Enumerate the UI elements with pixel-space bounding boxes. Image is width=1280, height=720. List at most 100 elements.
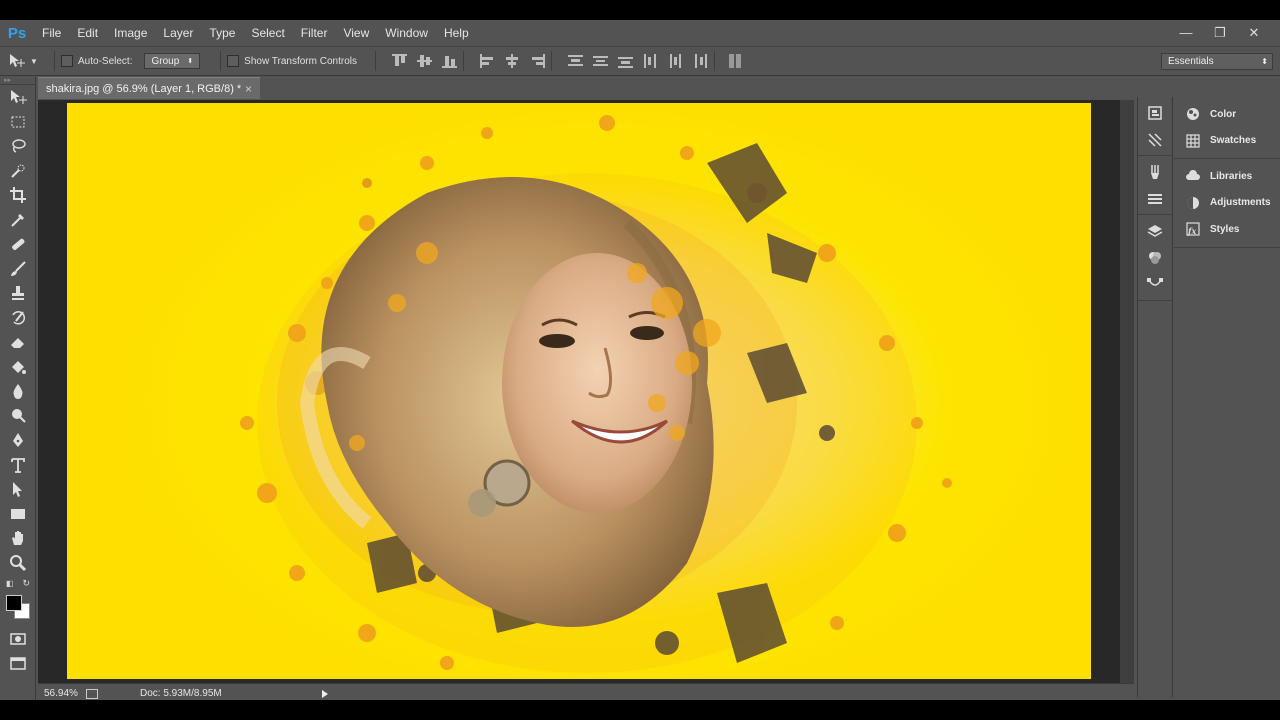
menu-bar: Ps File Edit Image Layer Type Select Fil… [0,20,1280,46]
document-tab[interactable]: shakira.jpg @ 56.9% (Layer 1, RGB/8) * × [38,77,260,99]
healing-brush-tool-icon[interactable] [0,232,36,257]
quick-selection-tool-icon[interactable] [0,159,36,184]
menu-type[interactable]: Type [201,26,243,40]
menu-file[interactable]: File [34,26,69,40]
divider [374,51,376,71]
quick-mask-icon[interactable] [0,627,36,652]
menu-window[interactable]: Window [377,26,436,40]
clone-stamp-tool-icon[interactable] [0,281,36,306]
show-transform-label: Show Transform Controls [244,55,357,67]
lasso-tool-icon[interactable] [0,134,36,159]
align-vcenter-icon[interactable] [416,54,432,68]
close-tab-icon[interactable]: × [245,82,252,96]
align-hcenter-icon[interactable] [505,54,520,68]
layers-panel-icon[interactable] [1138,217,1172,244]
distribute-top-icon[interactable] [567,54,583,68]
align-top-icon[interactable] [391,54,407,68]
auto-align-layers-icon[interactable] [728,54,744,68]
workspace-switcher[interactable]: Essentials ⬍ [1161,53,1273,70]
align-horizontal-group [479,54,545,68]
auto-select-checkbox[interactable] [61,55,73,67]
align-bottom-icon[interactable] [441,54,457,68]
distribute-right-icon[interactable] [693,54,708,68]
align-right-icon[interactable] [530,54,545,68]
rectangle-tool-icon[interactable] [0,502,36,527]
channels-panel-icon[interactable] [1138,244,1172,271]
brush-tool-icon[interactable] [0,257,36,282]
adjustments-circle-icon [1184,194,1202,212]
swatches-panel-tab[interactable]: Swatches [1174,128,1280,155]
foreground-color-swatch[interactable] [6,595,22,611]
eraser-tool-icon[interactable] [0,330,36,355]
menu-select[interactable]: Select [243,26,292,40]
distribute-vcenter-icon[interactable] [592,54,608,68]
tool-preset-picker[interactable]: ▼ [8,50,48,72]
canvas-image[interactable] [67,103,1091,679]
brush-presets-panel-icon[interactable] [1138,185,1172,212]
dispersion-portrait-art [240,115,952,673]
updown-arrow-icon: ⬍ [187,57,194,65]
brush-panel-icon[interactable] [1138,158,1172,185]
move-tool-icon[interactable] [0,85,36,110]
crop-tool-icon[interactable] [0,183,36,208]
menu-view[interactable]: View [335,26,377,40]
auto-select-dropdown[interactable]: Group ⬍ [144,53,201,69]
document-canvas-area [38,100,1134,683]
align-left-icon[interactable] [479,54,495,68]
distribute-left-icon[interactable] [643,54,658,68]
auto-select-value: Group [151,55,180,67]
screen-top-border [0,0,1280,20]
options-bar: ▼ Auto-Select: Group ⬍ Show Transform Co… [0,46,1280,76]
panel-dock-icons [1137,97,1173,697]
ps-logo: Ps [7,24,27,42]
restore-button[interactable]: ❐ [1212,25,1228,41]
adjustments-panel-tab[interactable]: Adjustments [1174,190,1280,217]
screen-mode-icon[interactable] [0,652,36,677]
screen-bottom-border [0,700,1280,720]
export-icon[interactable] [86,688,98,699]
distribute-hcenter-icon[interactable] [668,54,683,68]
menu-filter[interactable]: Filter [293,26,336,40]
divider [713,51,715,71]
hand-tool-icon[interactable] [0,526,36,551]
properties-panel-icon[interactable] [1138,126,1172,153]
default-colors-icon[interactable]: ◧ ↻ [0,575,36,591]
menu-help[interactable]: Help [436,26,477,40]
pen-tool-icon[interactable] [0,428,36,453]
history-panel-icon[interactable] [1138,99,1172,126]
color-swatches[interactable] [0,591,35,627]
paths-panel-icon[interactable] [1138,271,1172,298]
vertical-scrollbar[interactable] [1120,100,1134,683]
path-selection-tool-icon[interactable] [0,477,36,502]
eyedropper-tool-icon[interactable] [0,208,36,233]
styles-panel-tab[interactable]: fx Styles [1174,216,1280,243]
paint-bucket-tool-icon[interactable] [0,355,36,380]
align-group [391,54,457,68]
auto-select-label: Auto-Select: [78,55,133,67]
window-controls: — ❐ ✕ [1178,20,1262,46]
zoom-level[interactable]: 56.94% [38,688,84,699]
move-tool-icon [10,54,25,67]
type-tool-icon[interactable] [0,453,36,478]
divider [550,51,552,71]
color-panel-tab[interactable]: Color [1174,101,1280,128]
divider [462,51,464,71]
minimize-button[interactable]: — [1178,25,1194,41]
menu-edit[interactable]: Edit [69,26,106,40]
doc-size: Doc: 5.93M/8.95M [140,688,222,699]
libraries-panel-tab[interactable]: Libraries [1174,163,1280,190]
swatches-panel-label: Swatches [1210,135,1257,147]
color-wheel-icon [1184,105,1202,123]
zoom-tool-icon[interactable] [0,551,36,576]
dodge-tool-icon[interactable] [0,404,36,429]
show-transform-checkbox[interactable] [227,55,240,67]
panel-grip[interactable]: ▸▸ [0,77,35,85]
menu-layer[interactable]: Layer [155,26,201,40]
distribute-bottom-icon[interactable] [617,54,633,68]
close-button[interactable]: ✕ [1246,25,1262,41]
blur-tool-icon[interactable] [0,379,36,404]
history-brush-tool-icon[interactable] [0,306,36,331]
marquee-tool-icon[interactable] [0,110,36,135]
menu-image[interactable]: Image [106,26,155,40]
status-menu-arrow-icon[interactable] [322,689,328,698]
